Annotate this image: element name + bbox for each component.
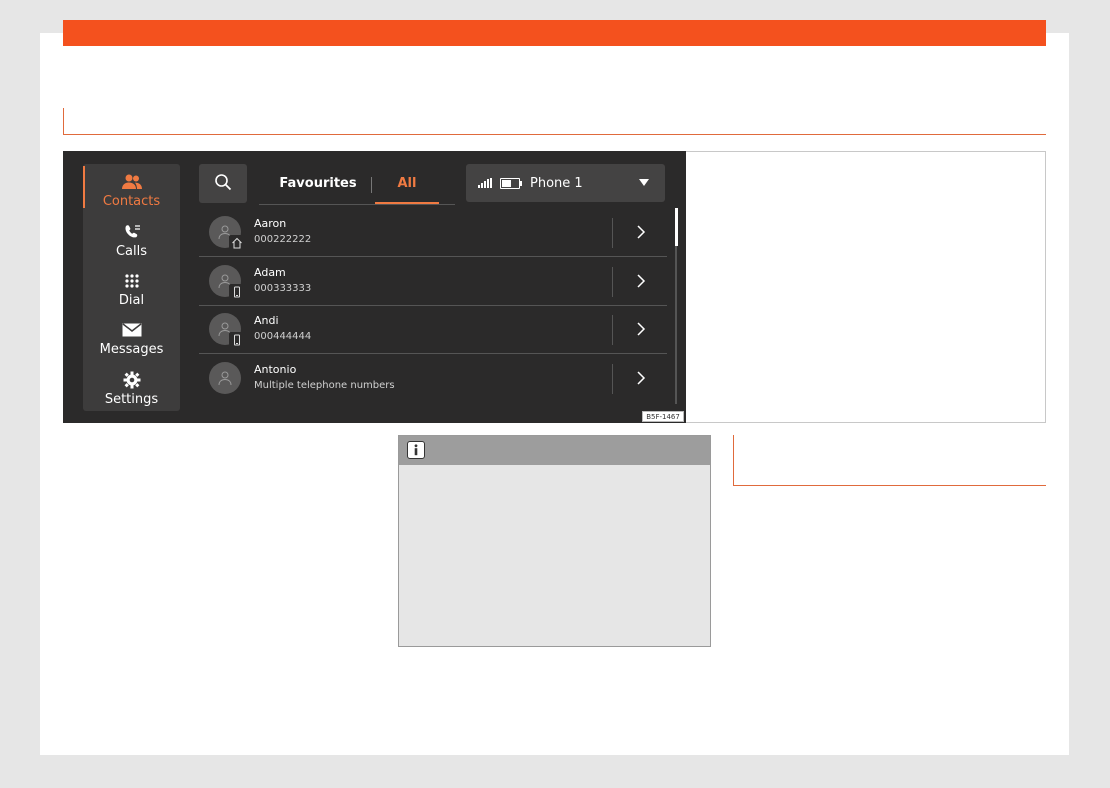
contact-number: 000333333 [254, 283, 312, 294]
chevron-right-icon[interactable] [629, 368, 653, 388]
row-divider [612, 218, 613, 248]
sidebar-item-dial[interactable]: Dial [83, 263, 180, 311]
tab-all[interactable]: All [375, 164, 439, 204]
header-accent-bar [63, 20, 1046, 46]
search-button[interactable] [199, 164, 247, 203]
row-divider [612, 315, 613, 345]
tab-divider [371, 177, 372, 193]
signal-strength-icon [478, 178, 492, 188]
sidebar-item-settings[interactable]: Settings [83, 362, 180, 410]
avatar [209, 216, 245, 251]
avatar [209, 362, 241, 394]
row-divider [612, 364, 613, 394]
list-scrollbar[interactable] [674, 208, 678, 404]
row-divider [612, 267, 613, 297]
contact-number: Multiple telephone numbers [254, 380, 395, 391]
info-icon [407, 441, 425, 459]
sidebar: Contacts Calls Dial Messages Settings [83, 164, 180, 411]
contact-number: 000444444 [254, 331, 312, 342]
contact-name: Antonio [254, 363, 297, 376]
tab-favourites[interactable]: Favourites [269, 164, 367, 203]
person-icon [218, 371, 232, 386]
phone-name: Phone 1 [530, 175, 583, 191]
home-icon [229, 235, 245, 251]
contact-name: Adam [254, 266, 286, 279]
contact-name: Andi [254, 314, 279, 327]
chevron-right-icon[interactable] [629, 271, 653, 291]
sidebar-item-label: Messages [99, 342, 164, 357]
sidebar-item-label: Dial [118, 293, 145, 308]
section-heading-rule [63, 108, 1046, 135]
sidebar-item-label: Calls [115, 244, 148, 259]
mobile-icon [229, 332, 245, 348]
figure-code: B5F-1467 [642, 411, 684, 422]
battery-icon [500, 177, 522, 189]
sidebar-item-label: Contacts [102, 194, 161, 209]
info-note-header [399, 436, 710, 465]
dropdown-arrow-icon [639, 179, 649, 186]
section-heading-rule-right [733, 435, 1046, 486]
sidebar-item-contacts[interactable]: Contacts [83, 164, 180, 212]
sidebar-item-calls[interactable]: Calls [83, 214, 180, 262]
search-icon [214, 173, 232, 195]
mobile-icon [229, 284, 245, 300]
sidebar-item-messages[interactable]: Messages [83, 312, 180, 360]
avatar [209, 265, 245, 300]
contact-row-andi[interactable]: Andi 000444444 [199, 305, 667, 354]
contact-row-adam[interactable]: Adam 000333333 [199, 257, 667, 306]
scrollbar-thumb[interactable] [674, 208, 678, 246]
contacts-icon [121, 173, 143, 191]
envelope-icon [122, 321, 142, 339]
chevron-right-icon[interactable] [629, 222, 653, 242]
contact-row-aaron[interactable]: Aaron 000222222 [199, 208, 667, 257]
dial-pad-icon [124, 272, 140, 290]
contact-name: Aaron [254, 217, 287, 230]
contact-tabs: Favourites All [259, 164, 455, 205]
infotainment-screen: Contacts Calls Dial Messages Settings Fa… [63, 151, 686, 423]
info-note-box [398, 435, 711, 647]
contact-list: Aaron 000222222 Adam 000333333 Andi 0004… [199, 208, 667, 408]
avatar [209, 313, 245, 348]
gear-icon [123, 371, 141, 389]
sidebar-item-label: Settings [104, 392, 159, 407]
contact-number: 000222222 [254, 234, 312, 245]
contact-row-antonio[interactable]: Antonio Multiple telephone numbers [199, 354, 667, 402]
phone-selector[interactable]: Phone 1 [466, 164, 665, 202]
calls-icon [123, 223, 141, 241]
chevron-right-icon[interactable] [629, 319, 653, 339]
